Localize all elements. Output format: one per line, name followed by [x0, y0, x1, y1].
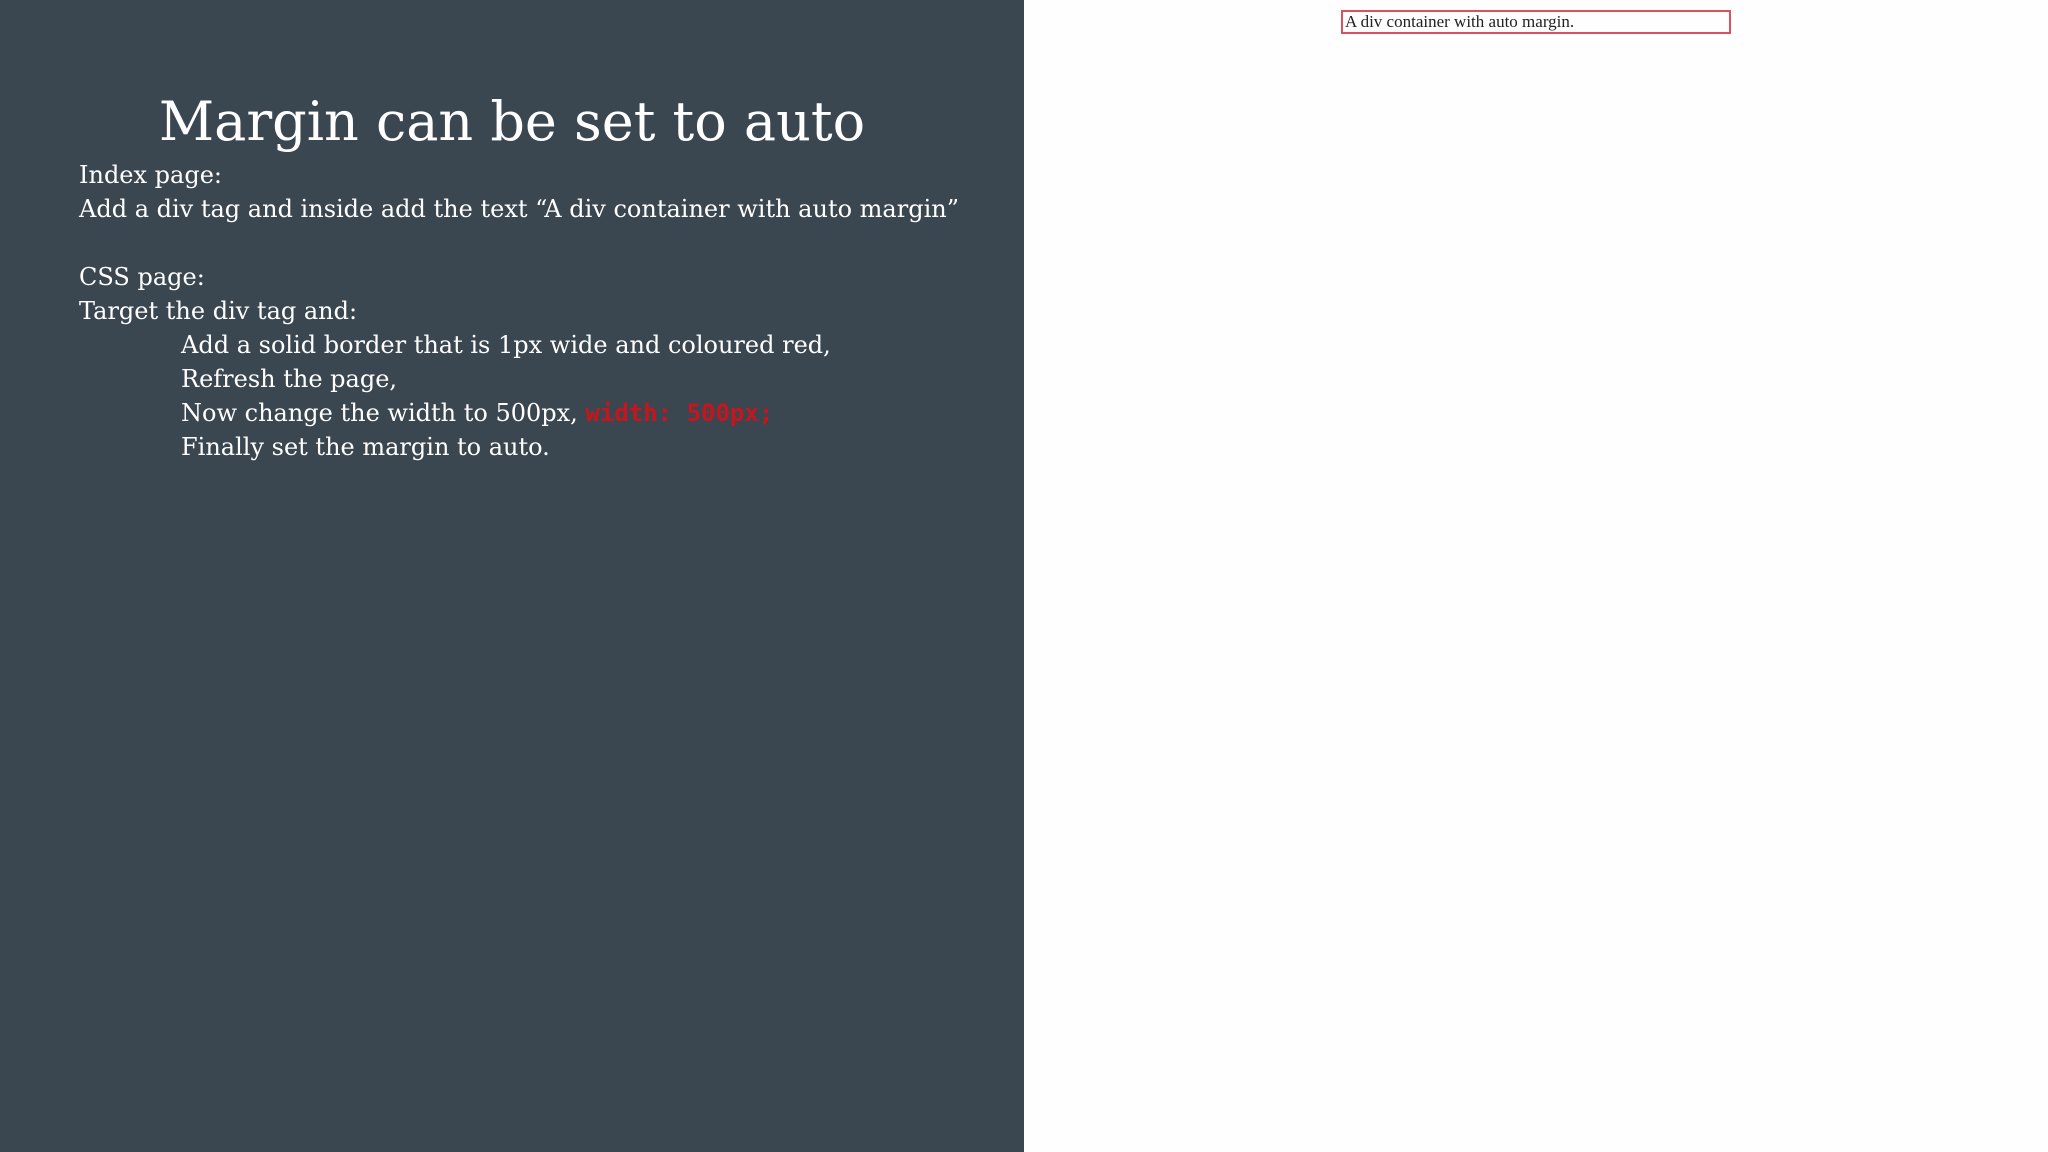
step-border: Add a solid border that is 1px wide and … — [181, 331, 831, 359]
width-code-snippet: width: 500px; — [585, 399, 774, 427]
step-width-text: Now change the width to 500px, — [181, 399, 586, 427]
css-page-heading: CSS page: — [79, 263, 205, 291]
target-instruction: Target the div tag and: — [79, 297, 358, 325]
step-margin: Finally set the margin to auto. — [181, 433, 550, 461]
index-page-heading: Index page: — [79, 161, 222, 189]
step-refresh: Refresh the page, — [181, 365, 398, 393]
slide: Margin can be set to auto Index page: Ad… — [0, 0, 2048, 1152]
instructions-body: Index page: Add a div tag and inside add… — [79, 158, 959, 464]
slide-title: Margin can be set to auto — [158, 90, 866, 153]
index-page-instruction: Add a div tag and inside add the text “A… — [79, 195, 959, 223]
demo-div-container: A div container with auto margin. — [1341, 10, 1731, 34]
step-width: Now change the width to 500px, width: 50… — [79, 396, 959, 430]
browser-preview-panel — [1024, 0, 2048, 1152]
instructions-panel: Margin can be set to auto Index page: Ad… — [0, 0, 1024, 1152]
